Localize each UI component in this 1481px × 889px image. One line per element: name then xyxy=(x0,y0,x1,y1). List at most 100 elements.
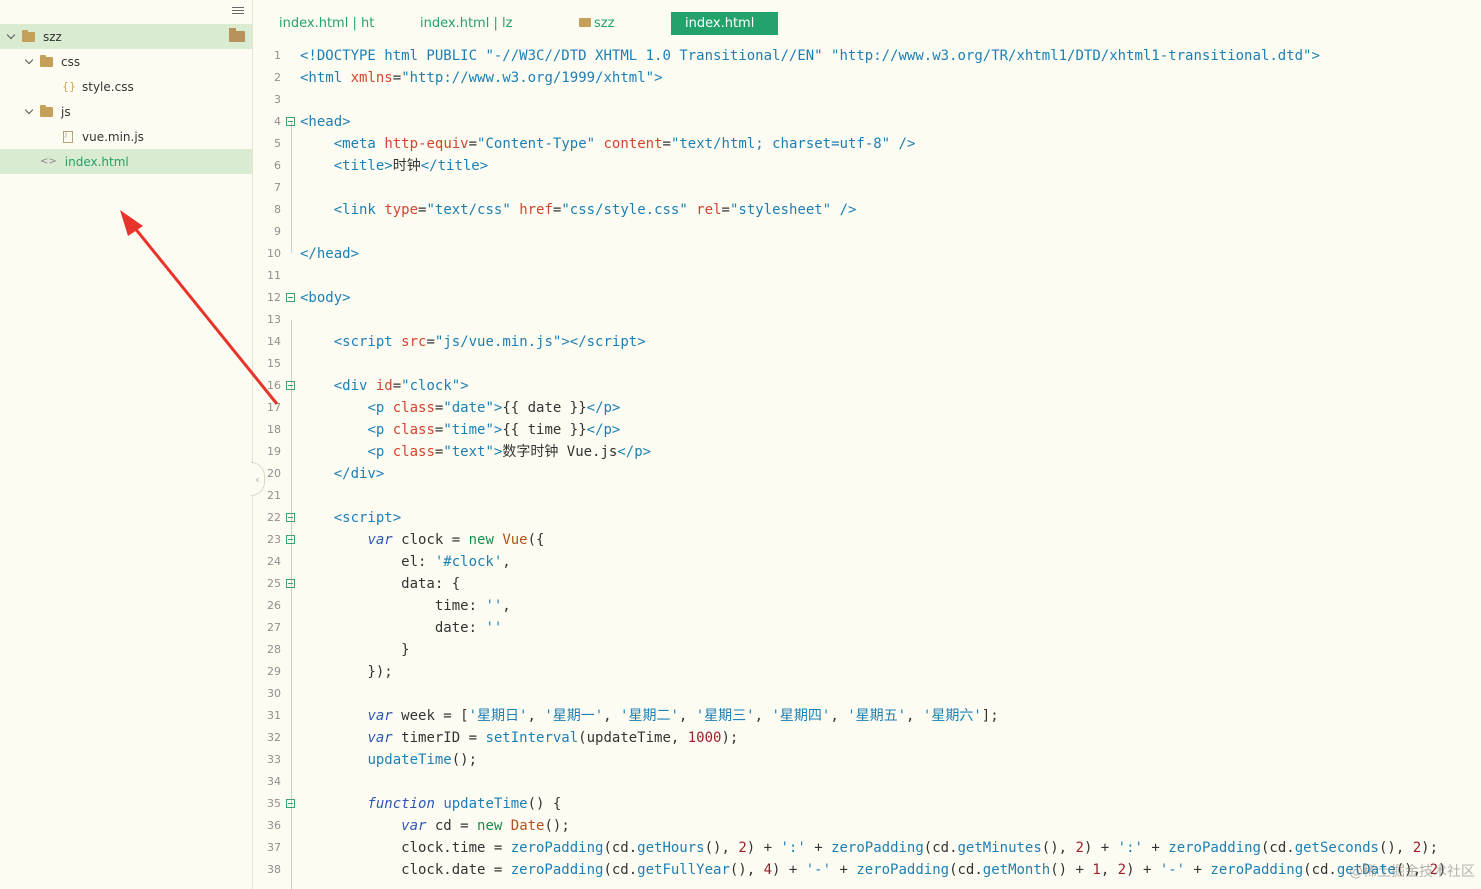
tab-index-html-ht[interactable]: index.html | ht xyxy=(265,12,388,35)
tree-file-vue-min-js[interactable]: vue.min.js xyxy=(0,124,252,149)
folder-icon[interactable] xyxy=(229,28,245,42)
chevron-left-icon: ‹ xyxy=(255,472,260,486)
fold-toggle-icon[interactable] xyxy=(286,799,295,808)
folder-icon xyxy=(579,18,591,27)
code-line[interactable]: 2 <html xmlns="http://www.w3.org/1999/xht… xyxy=(254,67,1481,89)
code-line[interactable]: 19 <p class="text">数字时钟 Vue.js</p> xyxy=(254,441,1481,463)
tree-folder-css[interactable]: css xyxy=(0,49,252,74)
line-number: 8 xyxy=(274,203,281,216)
chevron-down-icon[interactable] xyxy=(24,57,34,67)
code-line[interactable]: 38 clock.date = zeroPadding(cd.getFullYe… xyxy=(254,859,1481,881)
tree-label: szz xyxy=(43,29,62,44)
code-line[interactable]: 34 xyxy=(254,771,1481,793)
code-text: <title>时钟</title> xyxy=(333,158,489,174)
code-line[interactable]: 6 <title>时钟</title> xyxy=(254,155,1481,177)
line-number: 28 xyxy=(267,643,281,656)
tree-file-style-css[interactable]: {} style.css xyxy=(0,74,252,99)
line-number: 5 xyxy=(274,137,281,150)
tab-index-html-lz[interactable]: index.html | lz xyxy=(406,12,526,35)
line-number: 19 xyxy=(267,445,281,458)
code-line[interactable]: 31 var week = ['星期日', '星期一', '星期二', '星期三… xyxy=(254,705,1481,727)
code-line[interactable]: 11 xyxy=(254,265,1481,287)
code-text: <link type="text/css" href="css/style.cs… xyxy=(333,202,857,218)
code-line[interactable]: 28 } xyxy=(254,639,1481,661)
code-line[interactable]: 1 <!DOCTYPE html PUBLIC "-//W3C//DTD XHTM… xyxy=(254,45,1481,67)
chevron-down-icon[interactable] xyxy=(6,32,16,42)
code-text: <p class="text">数字时钟 Vue.js</p> xyxy=(367,444,652,460)
code-text: <head> xyxy=(300,114,351,130)
code-text: <!DOCTYPE html PUBLIC "-//W3C//DTD XHTML… xyxy=(300,48,1320,64)
code-line[interactable]: 16 <div id="clock"> xyxy=(254,375,1481,397)
code-line[interactable]: 26 time: '', xyxy=(254,595,1481,617)
code-line[interactable]: 14 <script src="js/vue.min.js"></script> xyxy=(254,331,1481,353)
code-line[interactable]: 23 var clock = new Vue({ xyxy=(254,529,1481,551)
line-number: 9 xyxy=(274,225,281,238)
code-line[interactable]: 7 xyxy=(254,177,1481,199)
code-line[interactable]: 4 <head> xyxy=(254,111,1481,133)
code-line[interactable]: 36 var cd = new Date(); xyxy=(254,815,1481,837)
tree-folder-js[interactable]: js xyxy=(0,99,252,124)
sidebar-header xyxy=(0,0,252,24)
line-number: 31 xyxy=(267,709,281,722)
code-text: var week = ['星期日', '星期一', '星期二', '星期三', … xyxy=(367,708,999,724)
fold-toggle-icon[interactable] xyxy=(286,381,295,390)
fold-toggle-icon[interactable] xyxy=(286,293,295,302)
code-line[interactable]: 15 xyxy=(254,353,1481,375)
chevron-down-icon[interactable] xyxy=(24,107,34,117)
fold-toggle-icon[interactable] xyxy=(286,535,295,544)
tree-label: index.html xyxy=(64,154,129,169)
code-line[interactable]: 32 var timerID = setInterval(updateTime,… xyxy=(254,727,1481,749)
code-line[interactable]: 21 xyxy=(254,485,1481,507)
line-number: 4 xyxy=(274,115,281,128)
file-explorer-sidebar: szz css {} style.css js vue.min.js <> in… xyxy=(0,0,253,889)
code-line[interactable]: 17 <p class="date">{{ date }}</p> xyxy=(254,397,1481,419)
code-line[interactable]: 33 updateTime(); xyxy=(254,749,1481,771)
line-number: 32 xyxy=(267,731,281,744)
line-number: 25 xyxy=(267,577,281,590)
code-line[interactable]: 30 xyxy=(254,683,1481,705)
code-editor[interactable]: 1 <!DOCTYPE html PUBLIC "-//W3C//DTD XHTM… xyxy=(254,45,1481,889)
tree-folder-szz[interactable]: szz xyxy=(0,24,252,49)
code-text: function updateTime() { xyxy=(367,796,562,812)
hamburger-menu-icon[interactable] xyxy=(232,5,244,17)
css-file-icon: {} xyxy=(62,80,76,93)
line-number: 16 xyxy=(267,379,281,392)
code-line[interactable]: 20 </div> xyxy=(254,463,1481,485)
code-line[interactable]: 24 el: '#clock', xyxy=(254,551,1481,573)
code-line[interactable]: 25 data: { xyxy=(254,573,1481,595)
code-line[interactable]: 37 clock.time = zeroPadding(cd.getHours(… xyxy=(254,837,1481,859)
tab-index-html-active[interactable]: index.html xyxy=(671,12,778,35)
tab-label: szz xyxy=(594,16,615,31)
code-line[interactable]: 35 function updateTime() { xyxy=(254,793,1481,815)
code-text: <body> xyxy=(300,290,351,306)
code-line[interactable]: 8 <link type="text/css" href="css/style.… xyxy=(254,199,1481,221)
code-text: var timerID = setInterval(updateTime, 10… xyxy=(367,730,739,746)
code-line[interactable]: 9 xyxy=(254,221,1481,243)
line-number: 37 xyxy=(267,841,281,854)
tree-file-index-html[interactable]: <> index.html xyxy=(0,149,252,174)
line-number: 2 xyxy=(274,71,281,84)
code-line[interactable]: 5 <meta http-equiv="Content-Type" conten… xyxy=(254,133,1481,155)
code-line[interactable]: 27 date: '' xyxy=(254,617,1481,639)
code-line[interactable]: 13 xyxy=(254,309,1481,331)
code-line[interactable]: 18 <p class="time">{{ time }}</p> xyxy=(254,419,1481,441)
line-number: 18 xyxy=(267,423,281,436)
code-text: time: '', xyxy=(300,598,511,614)
fold-toggle-icon[interactable] xyxy=(286,117,295,126)
code-line[interactable]: 22 <script> xyxy=(254,507,1481,529)
line-number: 12 xyxy=(267,291,281,304)
line-number: 34 xyxy=(267,775,281,788)
fold-toggle-icon[interactable] xyxy=(286,513,295,522)
line-number: 36 xyxy=(267,819,281,832)
line-number: 38 xyxy=(267,863,281,876)
line-number: 27 xyxy=(267,621,281,634)
tab-szz[interactable]: szz xyxy=(565,12,628,35)
code-text: clock.date = zeroPadding(cd.getFullYear(… xyxy=(300,862,1447,878)
code-text: <p class="date">{{ date }}</p> xyxy=(367,400,621,416)
code-line[interactable]: 29 }); xyxy=(254,661,1481,683)
code-line[interactable]: 10 </head> xyxy=(254,243,1481,265)
fold-toggle-icon[interactable] xyxy=(286,579,295,588)
code-line[interactable]: 3 xyxy=(254,89,1481,111)
line-number: 1 xyxy=(274,49,281,62)
code-line[interactable]: 12 <body> xyxy=(254,287,1481,309)
